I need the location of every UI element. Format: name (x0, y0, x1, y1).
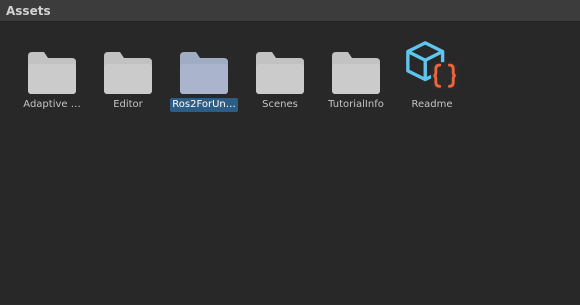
folder-icon (176, 38, 232, 94)
asset-label: TutorialInfo (328, 99, 384, 110)
asset-item-tutorialinfo[interactable]: TutorialInfo (318, 38, 394, 112)
asset-label: Ros2ForUn… (170, 98, 238, 112)
folder-icon (100, 38, 156, 94)
asset-label: Editor (113, 99, 143, 110)
asset-label: Readme (411, 99, 453, 110)
asset-grid: Adaptive … Editor Ros2ForUn… Scenes Tuto… (14, 38, 470, 112)
asset-item-scenes[interactable]: Scenes (242, 38, 318, 112)
folder-icon (252, 38, 308, 94)
assets-panel: Assets Adaptive … Editor Ros2ForUn… Scen… (0, 0, 580, 305)
asset-item-ros2forunity[interactable]: Ros2ForUn… (166, 38, 242, 112)
panel-title: Assets (6, 3, 51, 18)
asset-label: Scenes (262, 99, 298, 110)
folder-icon (24, 38, 80, 94)
asset-item-readme[interactable]: Readme (394, 38, 470, 112)
panel-header: Assets (0, 0, 580, 22)
asset-item-adaptive[interactable]: Adaptive … (14, 38, 90, 112)
asset-label: Adaptive … (23, 99, 81, 110)
readme-cube-icon (404, 38, 460, 94)
folder-icon (328, 38, 384, 94)
asset-item-editor[interactable]: Editor (90, 38, 166, 112)
assets-grid-area: Adaptive … Editor Ros2ForUn… Scenes Tuto… (0, 22, 580, 304)
